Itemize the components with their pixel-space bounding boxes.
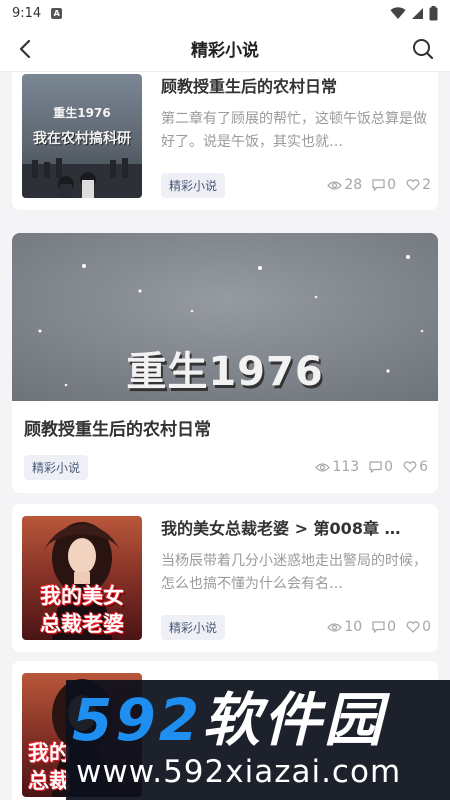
heart-icon <box>406 621 420 633</box>
cover-title: 重生1976 <box>53 106 111 120</box>
heart-icon <box>406 179 420 191</box>
likes-stat[interactable]: 2 <box>406 177 431 193</box>
heart-icon <box>403 461 417 473</box>
novel-card[interactable]: 重生1976 我在农村搞科研 顾教授重生后的农村日常 第二章有了顾展的帮忙，这顿… <box>12 72 438 210</box>
eye-icon <box>315 462 331 472</box>
novel-title[interactable]: 顾教授重生后的农村日常 <box>24 415 211 440</box>
watermark-brand: 软件园 <box>202 686 386 754</box>
novel-excerpt: 当杨辰带着几分小迷惑地走出警局的时候，怎么也搞不懂为什么会有名… <box>161 553 427 592</box>
cover-subtitle: 我在农村搞科研 <box>33 131 131 147</box>
novel-cover: 我的美女 总裁老婆 <box>22 516 142 640</box>
back-arrow-icon <box>19 39 31 59</box>
likes-count: 6 <box>419 459 428 475</box>
novel-card[interactable]: 我的美女 总裁老婆 我的美女总裁老婆 > 第008章 … 当杨辰带着几分小迷惑地… <box>12 504 438 652</box>
novel-cover: 重生1976 我在农村搞科研 <box>22 74 142 198</box>
wifi-icon <box>390 6 406 19</box>
battery-icon <box>429 5 438 20</box>
notification-icon: A <box>51 7 63 19</box>
likes-stat[interactable]: 0 <box>406 619 431 635</box>
comment-icon <box>372 179 385 191</box>
novel-banner: 重生1976 <box>12 233 438 401</box>
comment-icon <box>369 461 382 473</box>
comments-count: 0 <box>387 619 397 635</box>
comments-count: 0 <box>387 177 397 193</box>
category-tag[interactable]: 精彩小说 <box>24 454 89 480</box>
watermark-logo: 592软件园 <box>72 688 385 752</box>
search-button[interactable] <box>408 34 438 64</box>
novel-excerpt: 第二章有了顾展的帮忙，这顿午饭总算是做好了。说是午饭，其实也就… <box>161 111 427 150</box>
eye-icon <box>327 180 343 190</box>
views-stat: 28 <box>327 177 362 193</box>
novel-title[interactable]: 我的美女总裁老婆 > 第008章 … <box>161 518 433 540</box>
signal-icon <box>412 7 423 19</box>
cover-subtitle: 总裁老婆 <box>40 612 124 636</box>
cover-subtitle: 总裁 <box>28 769 70 793</box>
cover-title: 我的美女 <box>40 584 124 608</box>
page-title: 精彩小说 <box>191 41 259 61</box>
comments-stat: 0 <box>369 459 393 475</box>
cover-title: 我的 <box>28 741 70 765</box>
novel-title[interactable]: 顾教授重生后的农村日常 <box>161 76 433 98</box>
views-count: 10 <box>344 619 363 635</box>
views-count: 113 <box>332 459 360 475</box>
back-button[interactable] <box>10 34 40 64</box>
banner-title: 重生1976 <box>126 349 324 395</box>
comments-count: 0 <box>384 459 394 475</box>
views-count: 28 <box>344 177 363 193</box>
likes-count: 2 <box>422 177 431 193</box>
status-time: 9:14 <box>12 5 42 21</box>
category-tag[interactable]: 精彩小说 <box>161 172 226 198</box>
comments-stat: 0 <box>372 619 396 635</box>
eye-icon <box>327 622 343 632</box>
novel-card-featured[interactable]: 重生1976 顾教授重生后的农村日常 精彩小说 113 0 6 <box>12 233 438 493</box>
views-stat: 113 <box>315 459 359 475</box>
views-stat: 10 <box>327 619 362 635</box>
watermark-digits: 592 <box>72 686 203 754</box>
category-tag[interactable]: 精彩小说 <box>161 614 226 640</box>
comment-icon <box>372 621 385 633</box>
site-watermark: 592软件园 www.592xiazai.com <box>66 680 450 800</box>
search-icon <box>413 39 434 60</box>
likes-count: 0 <box>422 619 431 635</box>
watermark-url: www.592xiazai.com <box>76 754 402 790</box>
likes-stat[interactable]: 6 <box>403 459 428 475</box>
comments-stat: 0 <box>372 177 396 193</box>
status-bar: 9:14 A <box>0 0 450 26</box>
nav-bar: 精彩小说 <box>0 26 450 72</box>
